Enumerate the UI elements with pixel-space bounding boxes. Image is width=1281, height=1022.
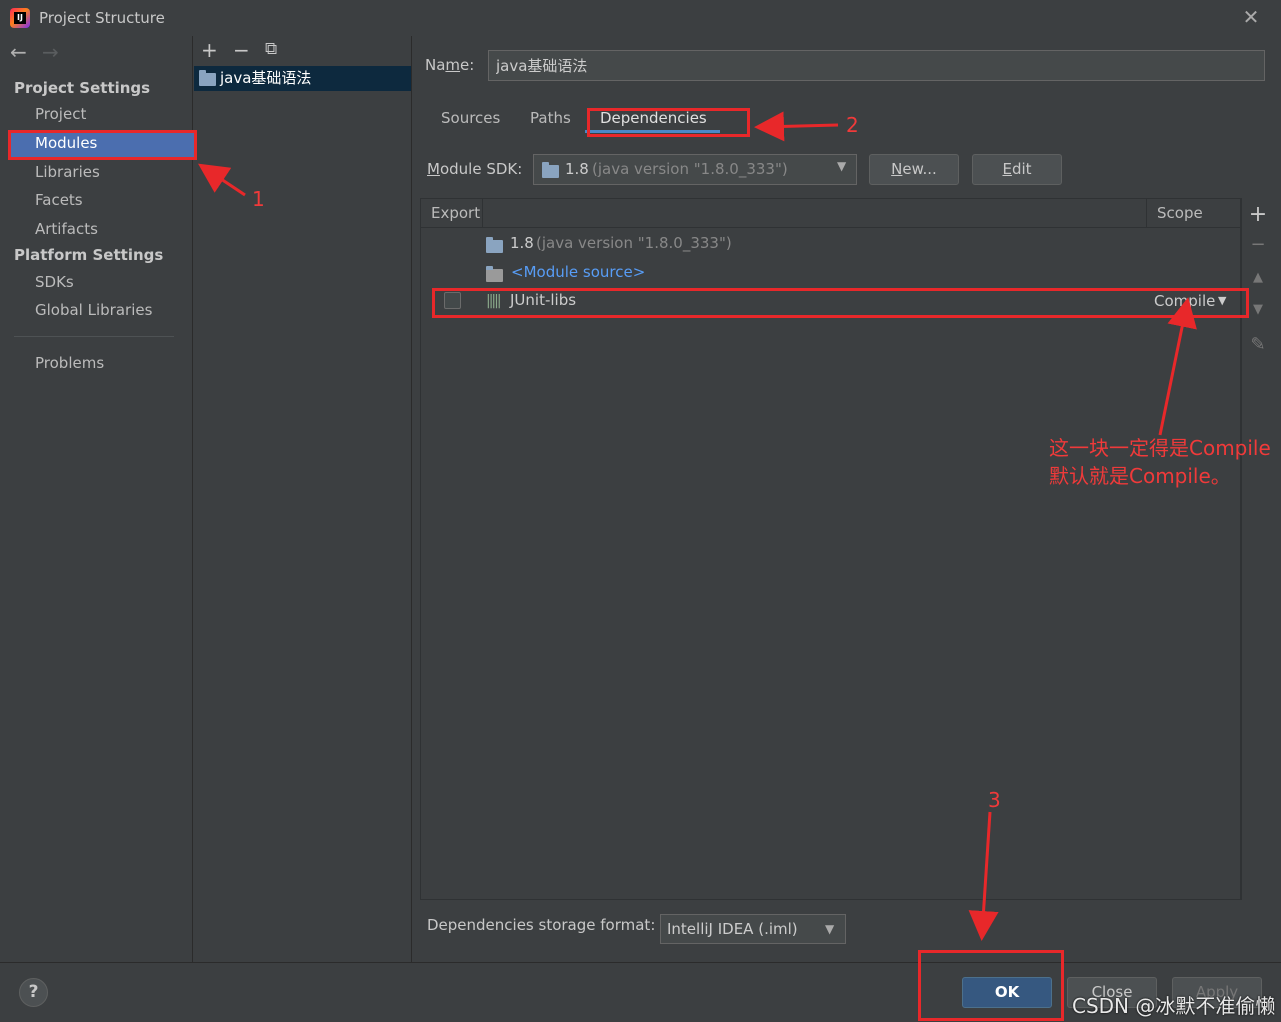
- arrow-2: [754, 111, 839, 142]
- annotation-note-line1: 这一块一定得是Compile: [1049, 436, 1271, 460]
- arrow-scope: [1158, 297, 1197, 436]
- annotation-step-3: 3: [988, 788, 1001, 812]
- arrow-3: [968, 811, 999, 941]
- annotation-note-line2: 默认就是Compile。: [1049, 464, 1231, 488]
- annotation-step-1: 1: [252, 187, 265, 211]
- annotation-step-2: 2: [846, 113, 859, 137]
- arrow-1: [198, 163, 246, 197]
- watermark: CSDN @冰默不准偷懒: [1072, 994, 1276, 1018]
- annotation-arrows: [198, 111, 1197, 941]
